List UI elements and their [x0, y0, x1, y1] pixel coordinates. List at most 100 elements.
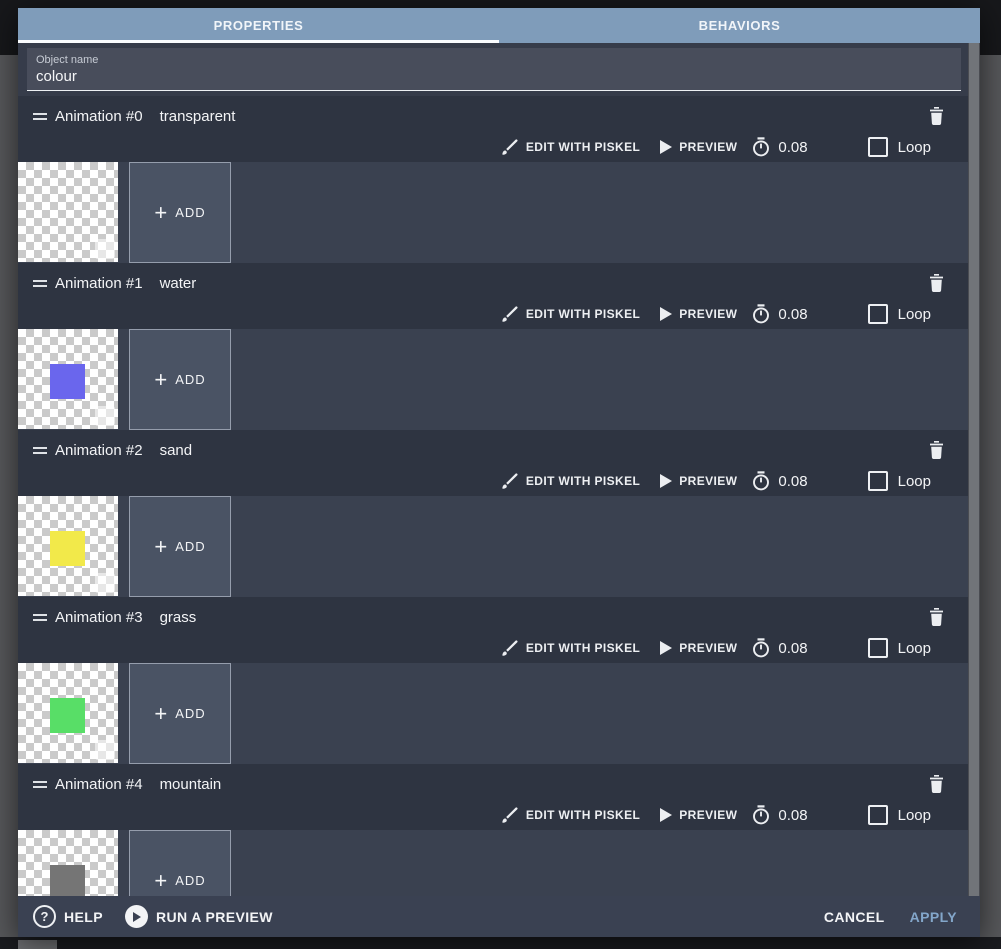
frames-strip: + ADD [18, 162, 968, 263]
loop-checkbox[interactable] [867, 638, 888, 658]
help-icon: ? [33, 905, 56, 928]
scrollbar-thumb[interactable] [969, 43, 979, 896]
stopwatch-icon [753, 137, 770, 157]
vertical-scrollbar[interactable] [968, 43, 980, 896]
trash-icon[interactable] [929, 441, 944, 459]
object-name-field[interactable]: Object name [27, 48, 961, 91]
brush-icon [502, 639, 518, 656]
play-icon [660, 307, 673, 321]
run-a-preview-button[interactable]: RUN A PREVIEW [124, 905, 273, 928]
preview-button[interactable]: PREVIEW [660, 474, 737, 488]
stopwatch-icon [753, 304, 770, 324]
time-between-frames[interactable]: 0.08 [751, 304, 808, 324]
thumbnail-corner-overlay [95, 573, 115, 593]
edit-with-piskel-button[interactable]: EDIT WITH PISKEL [502, 472, 640, 490]
animation-header: Animation #3 grass EDIT WITH PISKEL PREV… [18, 597, 968, 663]
tab-properties[interactable]: PROPERTIES [18, 8, 499, 43]
animation-name-field[interactable]: water [160, 275, 197, 292]
stopwatch-icon [753, 471, 770, 491]
cancel-button[interactable]: CANCEL [824, 909, 885, 925]
stopwatch-icon [753, 805, 770, 825]
animation-header: Animation #1 water EDIT WITH PISKEL PREV… [18, 263, 968, 329]
preview-button[interactable]: PREVIEW [660, 808, 737, 822]
play-icon [660, 808, 673, 822]
animation-name-field[interactable]: mountain [160, 776, 222, 793]
frame-color-swatch [50, 197, 85, 232]
time-between-frames[interactable]: 0.08 [751, 638, 808, 658]
frame-thumbnail[interactable] [18, 663, 118, 763]
time-between-frames[interactable]: 0.08 [751, 137, 808, 157]
dialog-footer: ? HELP RUN A PREVIEW CANCEL APPLY [18, 896, 980, 937]
add-frame-button[interactable]: + ADD [129, 162, 231, 263]
animation-section: Animation #2 sand EDIT WITH PISKEL PREVI… [18, 430, 968, 597]
add-frame-button[interactable]: + ADD [129, 496, 231, 597]
frame-thumbnail[interactable] [18, 496, 118, 596]
animation-name-field[interactable]: transparent [160, 108, 236, 125]
editor-background-chip [18, 940, 57, 949]
time-between-frames[interactable]: 0.08 [751, 471, 808, 491]
editor-background-left [0, 55, 18, 949]
animation-title: Animation #2 [55, 441, 143, 459]
object-name-label: Object name [36, 54, 99, 66]
trash-icon[interactable] [929, 608, 944, 626]
tab-behaviors[interactable]: BEHAVIORS [499, 8, 980, 43]
time-between-frames[interactable]: 0.08 [751, 805, 808, 825]
loop-checkbox[interactable] [867, 137, 888, 157]
loop-label: Loop [897, 138, 931, 156]
brush-icon [502, 472, 518, 489]
editor-background-right [980, 55, 1001, 949]
animation-name-field[interactable]: sand [160, 442, 193, 459]
drag-handle-icon[interactable] [33, 446, 47, 454]
stopwatch-icon [753, 638, 770, 658]
animation-title: Animation #3 [55, 608, 143, 626]
brush-icon [502, 806, 518, 823]
drag-handle-icon[interactable] [33, 780, 47, 788]
add-frame-button[interactable]: + ADD [129, 663, 231, 764]
tab-bar: PROPERTIES BEHAVIORS [18, 8, 980, 43]
object-name-input[interactable] [36, 68, 936, 85]
loop-label: Loop [897, 806, 931, 824]
edit-with-piskel-button[interactable]: EDIT WITH PISKEL [502, 806, 640, 824]
play-icon [660, 641, 673, 655]
animation-section: Animation #3 grass EDIT WITH PISKEL PREV… [18, 597, 968, 764]
dialog-body: Object name Animation #0 transparent [18, 43, 968, 896]
frame-color-swatch [50, 865, 85, 896]
animation-section: Animation #1 water EDIT WITH PISKEL PREV… [18, 263, 968, 430]
loop-label: Loop [897, 305, 931, 323]
loop-checkbox[interactable] [867, 805, 888, 825]
frame-thumbnail[interactable] [18, 830, 118, 896]
animation-header: Animation #2 sand EDIT WITH PISKEL PREVI… [18, 430, 968, 496]
editor-background-bottom [0, 937, 1001, 949]
drag-handle-icon[interactable] [33, 279, 47, 287]
animation-header: Animation #4 mountain EDIT WITH PISKEL P… [18, 764, 968, 830]
thumbnail-corner-overlay [95, 406, 115, 426]
frame-thumbnail[interactable] [18, 329, 118, 429]
preview-button[interactable]: PREVIEW [660, 641, 737, 655]
frame-thumbnail[interactable] [18, 162, 118, 262]
edit-with-piskel-button[interactable]: EDIT WITH PISKEL [502, 639, 640, 657]
animation-title: Animation #0 [55, 107, 143, 125]
animation-header: Animation #0 transparent EDIT WITH PISKE… [18, 96, 968, 162]
animation-section: Animation #0 transparent EDIT WITH PISKE… [18, 96, 968, 263]
drag-handle-icon[interactable] [33, 112, 47, 120]
edit-with-piskel-button[interactable]: EDIT WITH PISKEL [502, 305, 640, 323]
apply-button[interactable]: APPLY [910, 909, 957, 925]
help-button[interactable]: ? HELP [33, 905, 103, 928]
add-frame-button[interactable]: + ADD [129, 329, 231, 430]
animation-title: Animation #1 [55, 274, 143, 292]
animation-name-field[interactable]: grass [160, 609, 197, 626]
preview-button[interactable]: PREVIEW [660, 307, 737, 321]
trash-icon[interactable] [929, 274, 944, 292]
loop-checkbox[interactable] [867, 304, 888, 324]
trash-icon[interactable] [929, 107, 944, 125]
loop-checkbox[interactable] [867, 471, 888, 491]
screen: PROPERTIES BEHAVIORS Object name Animati… [0, 0, 1001, 949]
drag-handle-icon[interactable] [33, 613, 47, 621]
thumbnail-corner-overlay [95, 239, 115, 259]
trash-icon[interactable] [929, 775, 944, 793]
edit-with-piskel-button[interactable]: EDIT WITH PISKEL [502, 138, 640, 156]
preview-button[interactable]: PREVIEW [660, 140, 737, 154]
play-icon [660, 474, 673, 488]
frames-strip: + ADD [18, 830, 968, 896]
add-frame-button[interactable]: + ADD [129, 830, 231, 896]
